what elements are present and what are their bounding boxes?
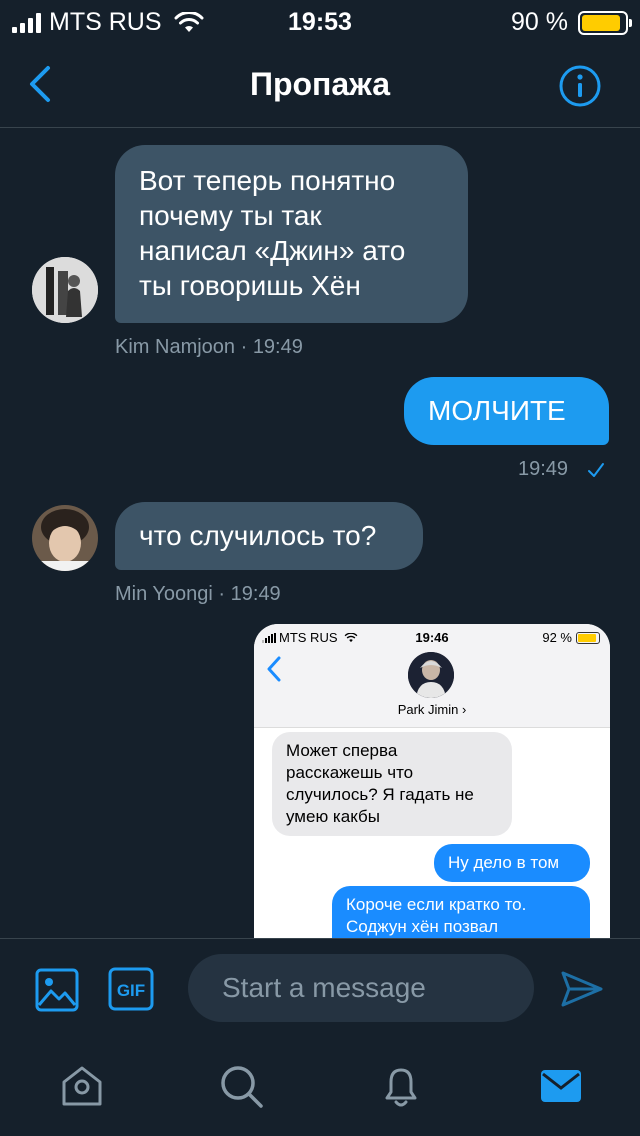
tab-bar: [0, 1036, 640, 1136]
message-image-attachment[interactable]: MTS RUS 19:46 92 % Park Jimin › Может сп…: [254, 624, 610, 938]
embedded-screenshot-header: MTS RUS 19:46 92 % Park Jimin ›: [254, 624, 610, 728]
message-line: Ну дело в том: [448, 853, 560, 872]
message-line: Соджун хён позвал: [346, 917, 498, 936]
message-meta: Kim Namjoon · 19:49: [115, 336, 303, 358]
avatar-min-yoongi[interactable]: [32, 505, 98, 571]
notifications-icon[interactable]: [377, 1062, 425, 1110]
embedded-message-outgoing: Ну дело в том: [434, 844, 590, 882]
message-line: написал «Джин» ато: [139, 235, 406, 266]
checkmark-icon: [588, 463, 604, 477]
message-line: Может сперва: [286, 741, 398, 760]
chevron-left-icon: [267, 656, 281, 682]
info-circle-icon[interactable]: [558, 64, 602, 108]
contact-name: Park Jimin ›: [397, 702, 467, 717]
battery-fill: [578, 633, 597, 642]
message-line: умею какбы: [286, 807, 380, 826]
gif-icon[interactable]: GIF: [108, 967, 154, 1011]
message-bubble-outgoing[interactable]: МОЛЧИТЕ: [404, 377, 609, 445]
status-bar: MTS RUS 19:53 90 %: [0, 0, 640, 44]
message-line: ты говоришь Хён: [139, 270, 361, 301]
search-icon[interactable]: [217, 1062, 265, 1110]
message-line: случилось? Я гадать не: [286, 785, 474, 804]
message-line: почему ты так: [139, 200, 322, 231]
conversation-header: Пропажа: [0, 44, 640, 128]
send-icon[interactable]: [560, 969, 604, 1009]
message-line: Вот теперь понятно: [139, 165, 396, 196]
message-meta: 19:49: [518, 458, 569, 480]
contact-avatar: [408, 652, 454, 698]
messages-icon[interactable]: [537, 1062, 585, 1110]
embedded-message-incoming: Может сперва расскажешь что случилось? Я…: [272, 732, 512, 836]
embedded-battery-percent: 92 %: [542, 630, 572, 645]
home-icon[interactable]: [58, 1062, 106, 1110]
battery-icon: [576, 631, 600, 644]
message-bubble-incoming[interactable]: что случилось то?: [115, 502, 423, 570]
message-line: расскажешь что: [286, 763, 414, 782]
embedded-battery: 92 %: [542, 630, 600, 645]
message-input[interactable]: [188, 954, 534, 1022]
image-icon[interactable]: [34, 967, 80, 1013]
message-meta: Min Yoongi · 19:49: [115, 583, 281, 605]
battery-icon: [578, 10, 632, 35]
battery-percent: 90 %: [511, 8, 568, 36]
embedded-message-outgoing: Короче если кратко то. Соджун хён позвал: [332, 886, 590, 938]
gif-label: GIF: [117, 981, 145, 1000]
battery-fill: [582, 14, 620, 31]
page-title[interactable]: Пропажа: [0, 66, 640, 103]
message-bubble-incoming[interactable]: Вот теперь понятно почему ты так написал…: [115, 145, 468, 323]
status-right: 90 %: [511, 8, 632, 37]
compose-bar: GIF: [0, 938, 640, 1036]
message-line: Короче если кратко то.: [346, 895, 527, 914]
avatar-kim-namjoon[interactable]: [32, 257, 98, 323]
